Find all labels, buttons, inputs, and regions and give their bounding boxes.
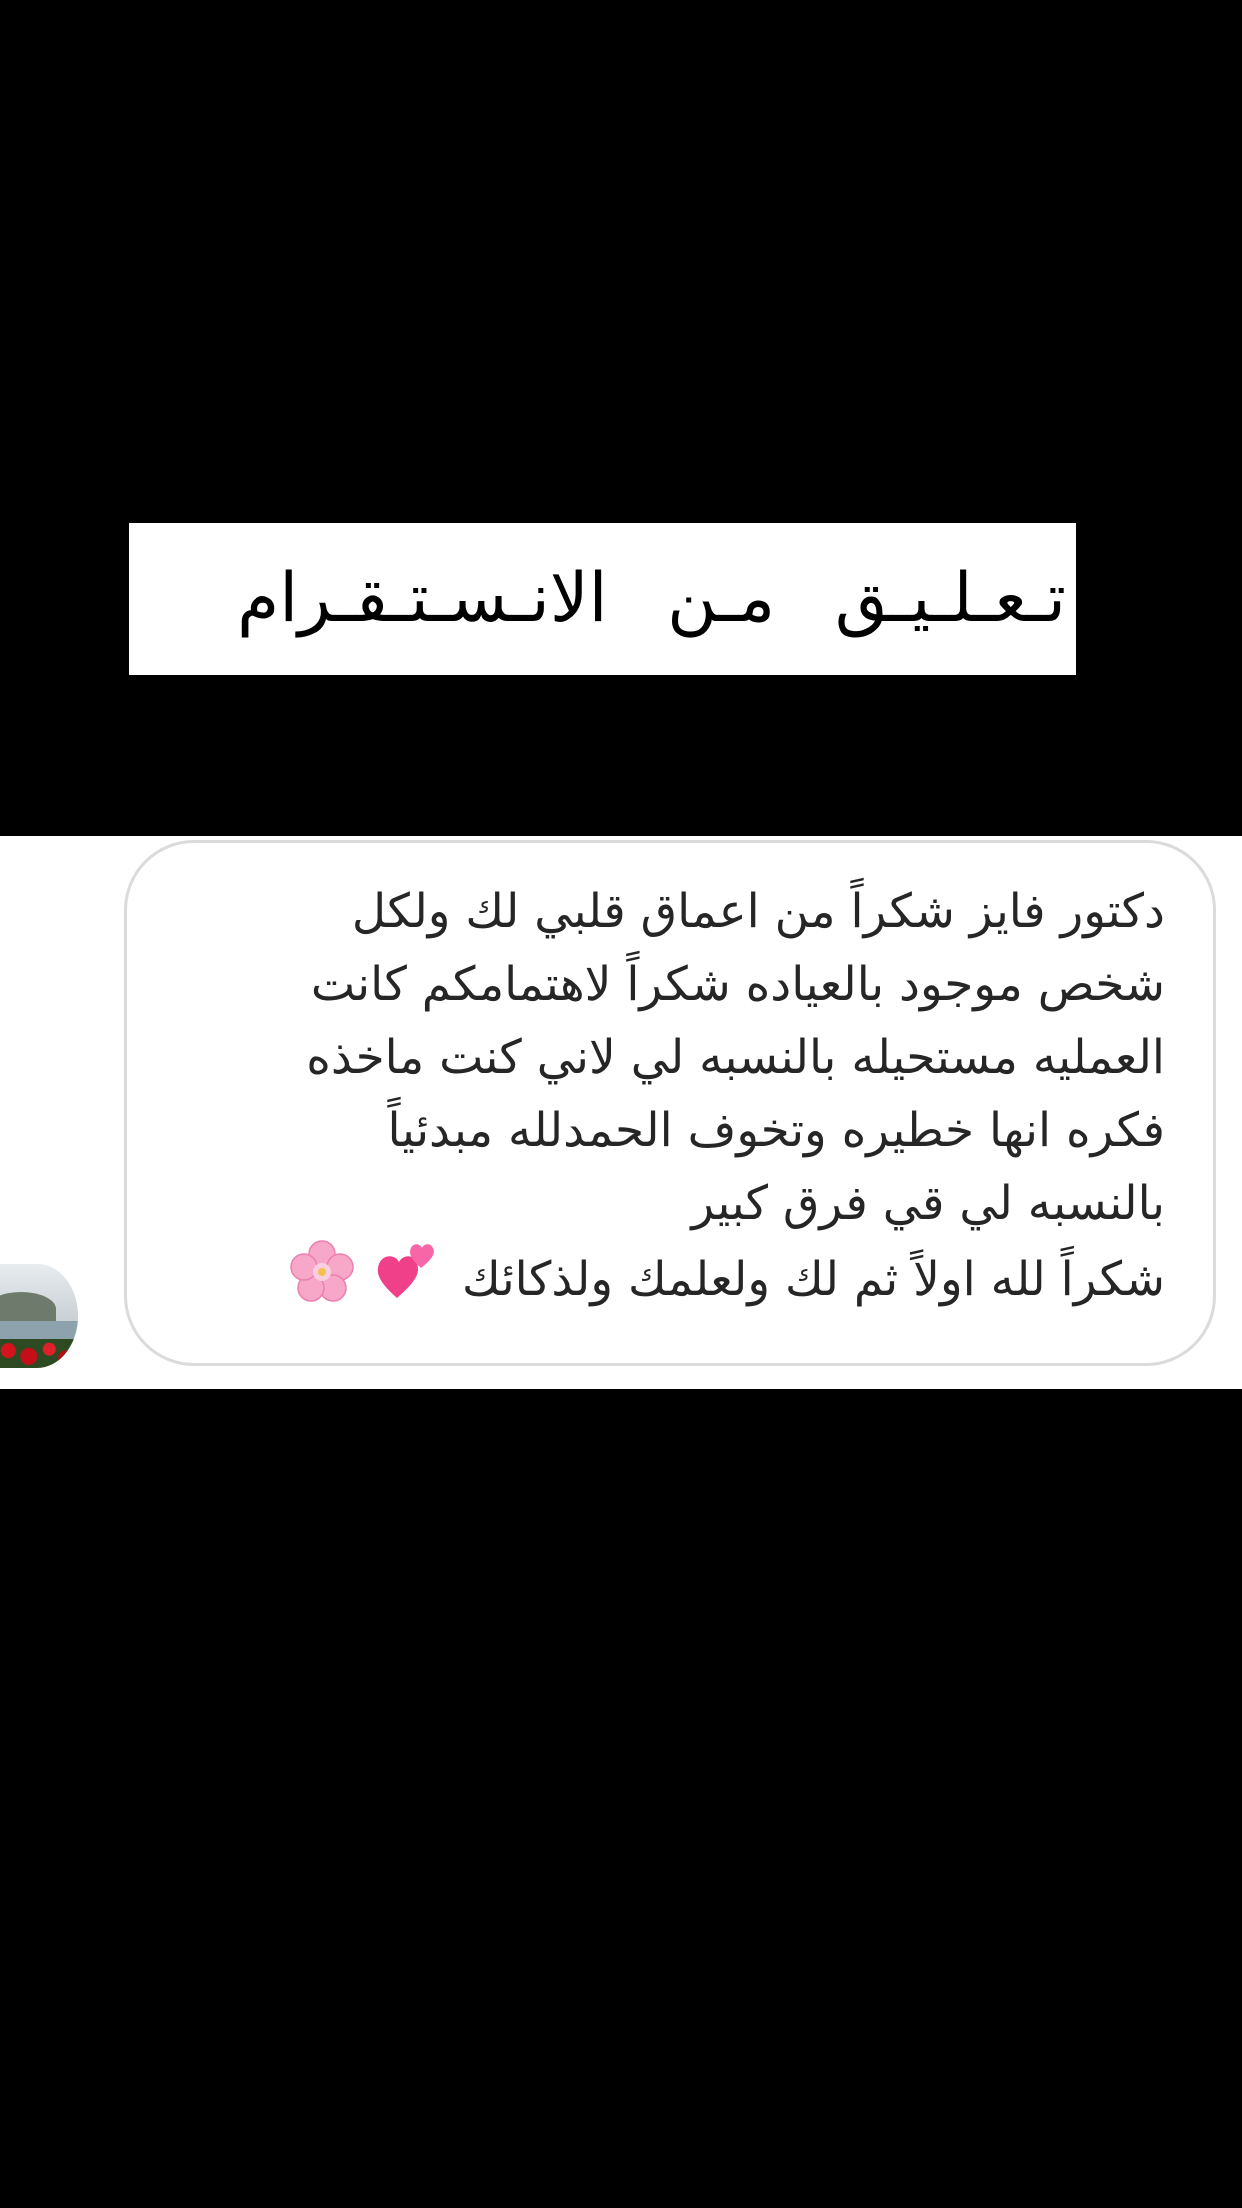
comment-line: دكتور فايز شكراً من اعماق قلبي لك ولكل [351, 884, 1165, 939]
comment-line: العمليه مستحيله بالنسبه لي لاني كنت ماخذ… [306, 1030, 1165, 1085]
two-hearts-icon [375, 1240, 441, 1325]
title-banner: تـعـلـيـق مـن الانـسـتـقـرام [129, 523, 1076, 675]
screenshot-canvas: تـعـلـيـق مـن الانـسـتـقـرام دكتور فايز … [0, 0, 1242, 2208]
commenter-avatar[interactable] [0, 1264, 78, 1368]
page-title: تـعـلـيـق مـن الانـسـتـقـرام [237, 559, 1066, 638]
comment-last-line: شكراً لله اولاً ثم لك ولعلمك ولذكائك [183, 1240, 1165, 1325]
cherry-blossom-icon [290, 1240, 354, 1325]
comment-bubble: دكتور فايز شكراً من اعماق قلبي لك ولكل ش… [124, 840, 1216, 1366]
comment-line: بالنسبه لي قي فرق كبير [691, 1176, 1165, 1231]
comment-line: شخص موجود بالعياده شكراً لاهتمامكم كانت [310, 957, 1165, 1012]
comment-line: فكره انها خطيره وتخوف الحمدلله مبدئياً [387, 1103, 1165, 1158]
comment-line: شكراً لله اولاً ثم لك ولعلمك ولذكائك [461, 1252, 1165, 1307]
comment-text: دكتور فايز شكراً من اعماق قلبي لك ولكل ش… [183, 875, 1165, 1325]
